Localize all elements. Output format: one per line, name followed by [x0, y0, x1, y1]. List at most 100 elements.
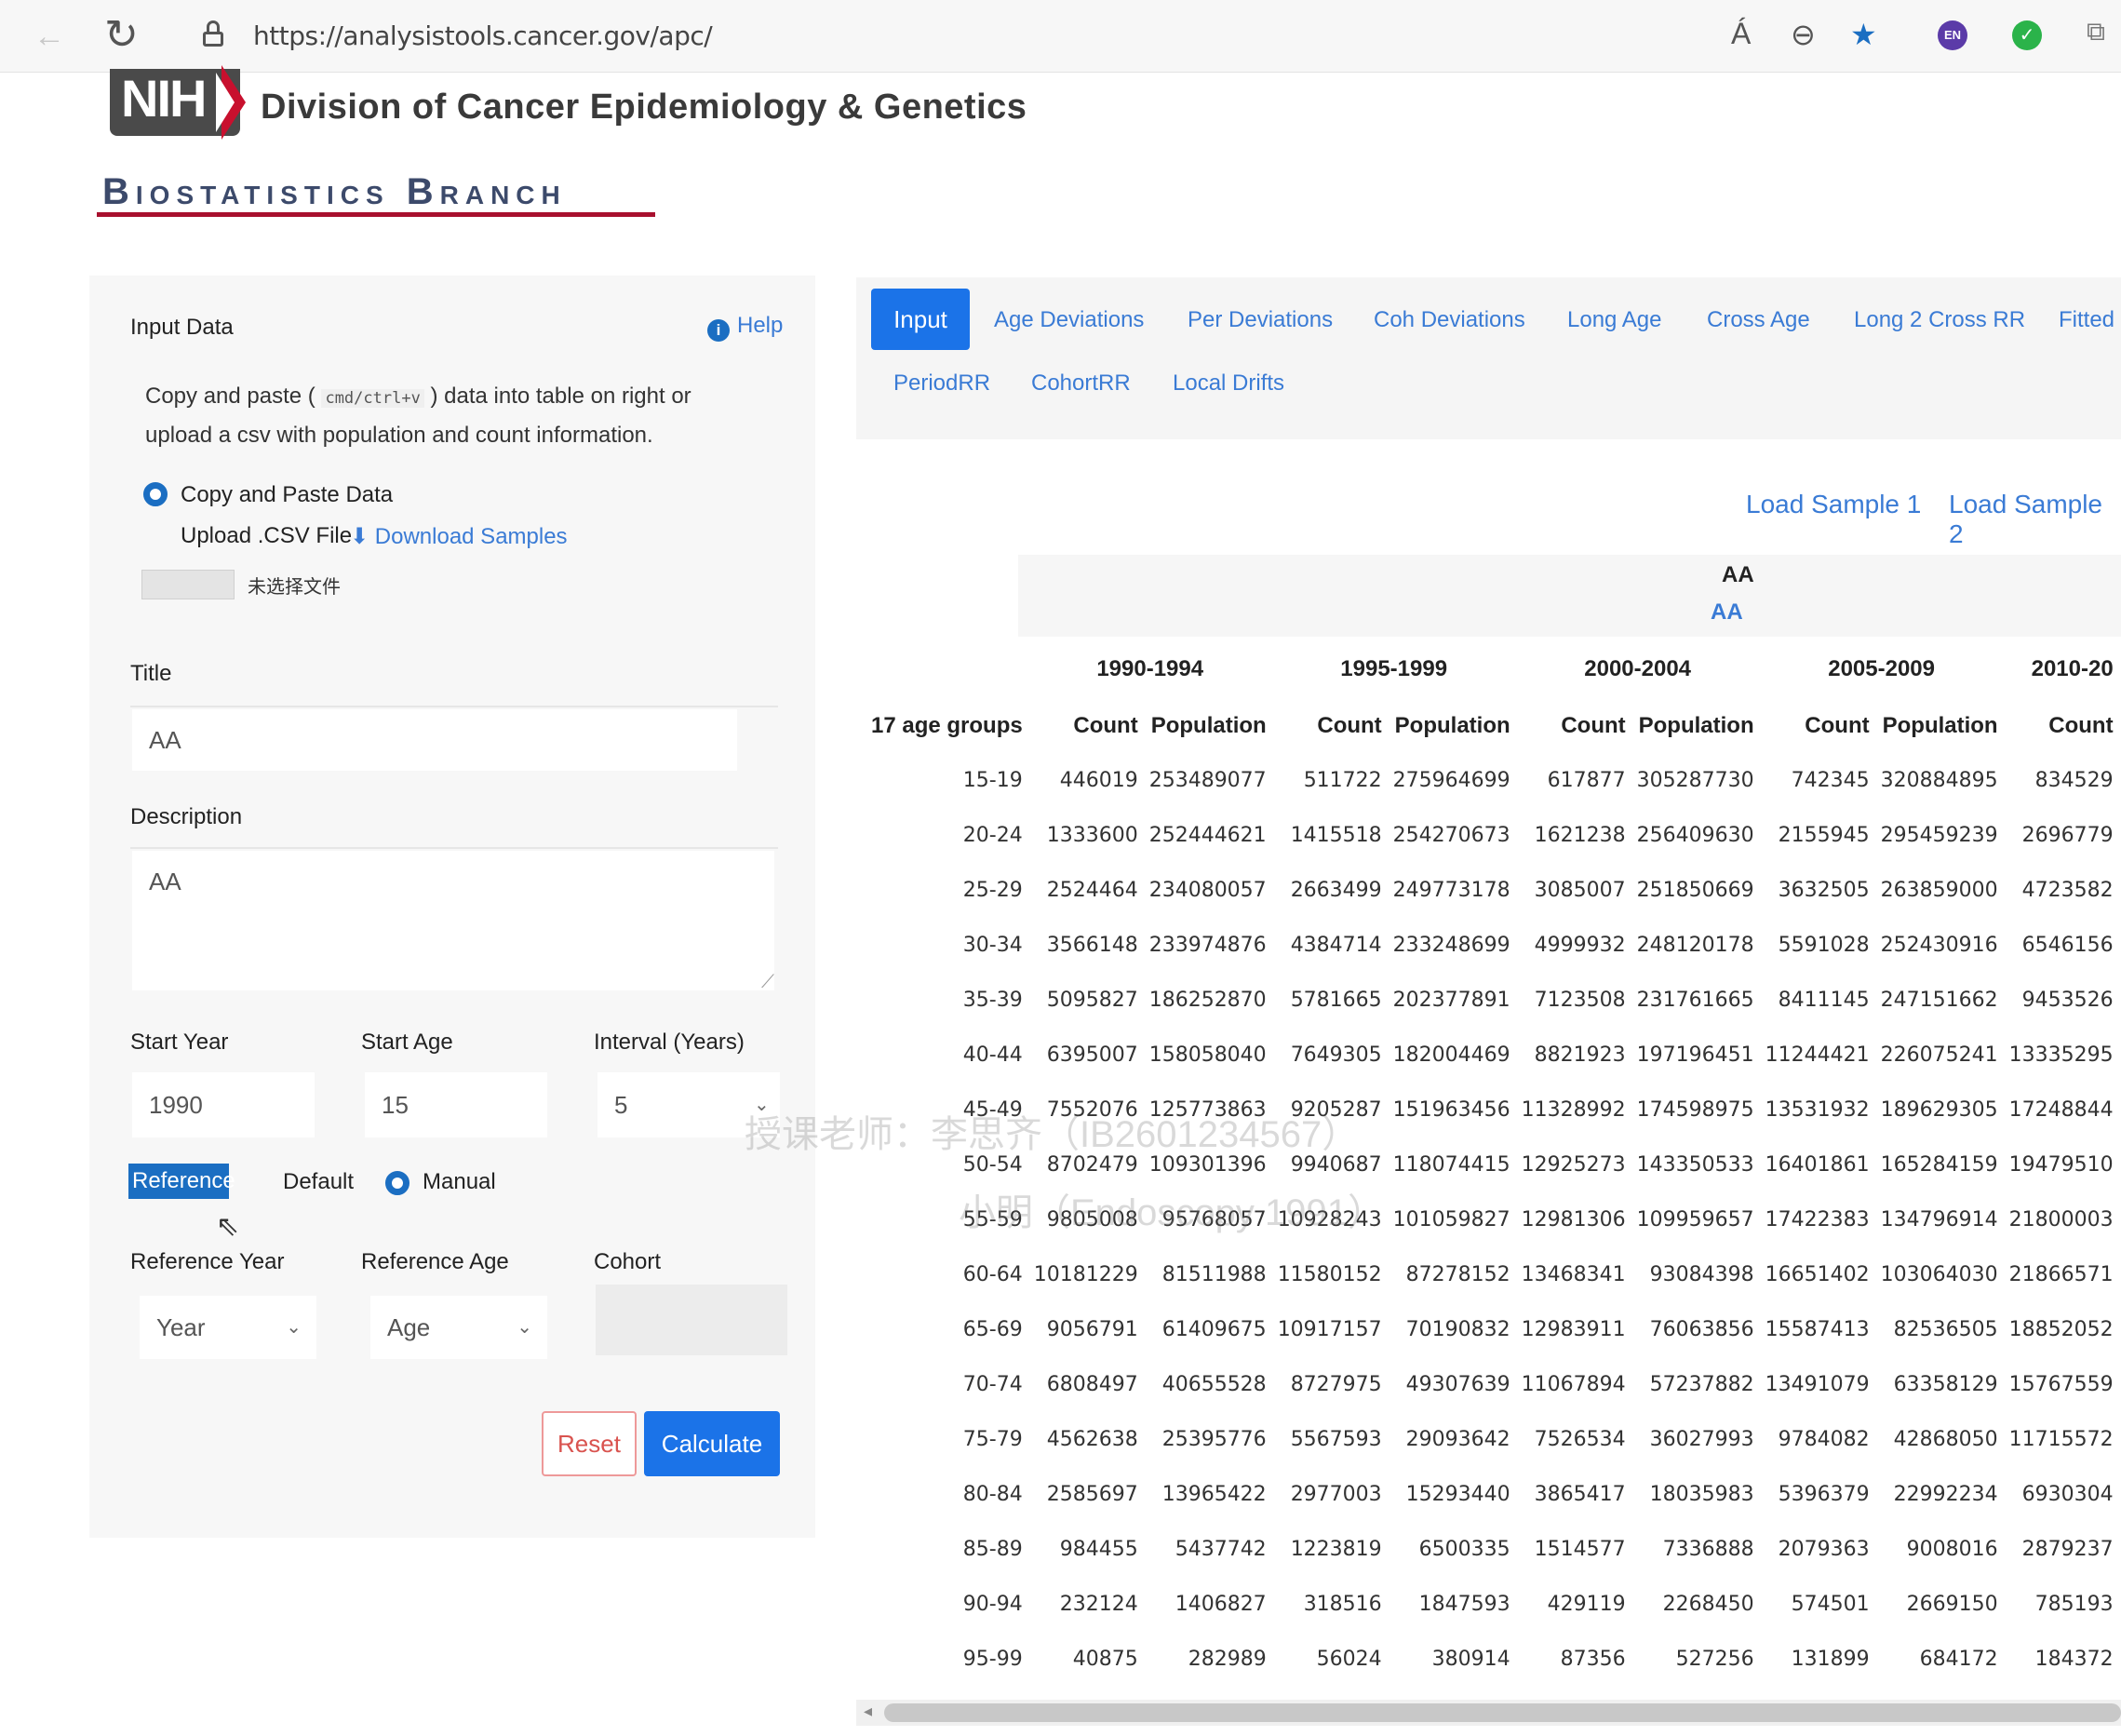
- population-cell[interactable]: 174598975: [1631, 1083, 1760, 1137]
- population-cell[interactable]: 158058040: [1144, 1028, 1272, 1083]
- count-cell[interactable]: 5567593: [1272, 1412, 1388, 1467]
- start-year-input[interactable]: [132, 1072, 315, 1137]
- count-cell[interactable]: 12925273: [1516, 1137, 1631, 1192]
- count-cell[interactable]: 11580152: [1272, 1247, 1388, 1302]
- extension-check-icon[interactable]: ✓: [2012, 20, 2042, 50]
- population-cell[interactable]: 70190832: [1388, 1302, 1516, 1357]
- population-cell[interactable]: 143350533: [1631, 1137, 1760, 1192]
- count-cell[interactable]: 10917157: [1272, 1302, 1388, 1357]
- count-cell[interactable]: 6395007: [1028, 1028, 1144, 1083]
- count-cell[interactable]: 2977003: [1272, 1467, 1388, 1522]
- count-cell[interactable]: 17422383: [1760, 1192, 1875, 1247]
- tab-per-deviations[interactable]: Per Deviations: [1188, 307, 1333, 333]
- count-cell[interactable]: 87356: [1516, 1632, 1631, 1687]
- population-cell[interactable]: 61409675: [1144, 1302, 1272, 1357]
- reset-button[interactable]: Reset: [542, 1411, 637, 1476]
- population-cell[interactable]: 197196451: [1631, 1028, 1760, 1083]
- count-cell[interactable]: 984455: [1028, 1522, 1144, 1577]
- reload-icon[interactable]: ↻: [104, 11, 139, 59]
- count-cell[interactable]: 56024: [1272, 1632, 1388, 1687]
- population-cell[interactable]: 380914: [1388, 1632, 1516, 1687]
- population-cell[interactable]: 63358129: [1875, 1357, 2004, 1412]
- population-cell[interactable]: 25395776: [1144, 1412, 1272, 1467]
- age-group-cell[interactable]: 90-94: [866, 1577, 1028, 1632]
- start-age-input[interactable]: [365, 1072, 547, 1137]
- table-row[interactable]: 80-84 2585697 13965422 2977003 15293440 38654…: [866, 1467, 2121, 1522]
- load-sample-2-link[interactable]: Load Sample 2: [1949, 490, 2121, 549]
- resize-grip-icon[interactable]: ⟋: [761, 972, 774, 993]
- lock-icon[interactable]: [203, 20, 223, 47]
- count-cell[interactable]: 15767559: [2004, 1357, 2119, 1412]
- population-cell[interactable]: 254270673: [1388, 808, 1516, 863]
- count-cell[interactable]: 5095827: [1028, 973, 1144, 1028]
- tab-long-2-cross-rr[interactable]: Long 2 Cross RR: [1854, 307, 2025, 333]
- radio-manual[interactable]: [385, 1171, 409, 1195]
- tab-cross-age[interactable]: Cross Age: [1707, 307, 1810, 333]
- calculate-button[interactable]: Calculate: [644, 1411, 780, 1476]
- title-input[interactable]: [132, 709, 737, 771]
- population-cell[interactable]: 252444621: [1144, 808, 1272, 863]
- count-cell[interactable]: 2155945: [1760, 808, 1875, 863]
- population-cell[interactable]: 15293440: [1388, 1467, 1516, 1522]
- population-cell[interactable]: 226075241: [1875, 1028, 2004, 1083]
- count-cell[interactable]: 19479510: [2004, 1137, 2119, 1192]
- tab-period-rr[interactable]: PeriodRR: [893, 370, 990, 397]
- population-cell[interactable]: 202377891: [1388, 973, 1516, 1028]
- read-aloud-icon[interactable]: Á: [1731, 17, 1751, 51]
- count-cell[interactable]: 617877: [1516, 753, 1631, 808]
- extension-en-icon[interactable]: EN: [1938, 20, 1967, 50]
- tab-long-age[interactable]: Long Age: [1567, 307, 1661, 333]
- count-cell[interactable]: 16651402: [1760, 1247, 1875, 1302]
- count-cell[interactable]: 9784082: [1760, 1412, 1875, 1467]
- count-cell[interactable]: 4562638: [1028, 1412, 1144, 1467]
- count-cell[interactable]: 13468341: [1516, 1247, 1631, 1302]
- population-cell[interactable]: 76063856: [1631, 1302, 1760, 1357]
- reference-default-label[interactable]: Default: [283, 1169, 354, 1195]
- population-cell[interactable]: 231761665: [1631, 973, 1760, 1028]
- population-cell[interactable]: 233248699: [1388, 918, 1516, 973]
- population-cell[interactable]: 275964699: [1388, 753, 1516, 808]
- population-cell[interactable]: 233974876: [1144, 918, 1272, 973]
- population-cell[interactable]: 6500335: [1388, 1522, 1516, 1577]
- population-cell[interactable]: 36027993: [1631, 1412, 1760, 1467]
- count-cell[interactable]: 7649305: [1272, 1028, 1388, 1083]
- table-row[interactable]: 70-74 6808497 40655528 8727975 49307639 11067…: [866, 1357, 2121, 1412]
- population-cell[interactable]: 186252870: [1144, 973, 1272, 1028]
- count-cell[interactable]: 2879237: [2004, 1522, 2119, 1577]
- age-group-cell[interactable]: 70-74: [866, 1357, 1028, 1412]
- population-cell[interactable]: 248120178: [1631, 918, 1760, 973]
- count-cell[interactable]: 12981306: [1516, 1192, 1631, 1247]
- count-cell[interactable]: 21866571: [2004, 1247, 2119, 1302]
- population-cell[interactable]: 527256: [1631, 1632, 1760, 1687]
- count-cell[interactable]: 1333600: [1028, 808, 1144, 863]
- age-group-cell[interactable]: 40-44: [866, 1028, 1028, 1083]
- tab-local-drifts[interactable]: Local Drifts: [1173, 370, 1284, 397]
- count-cell[interactable]: 4384714: [1272, 918, 1388, 973]
- table-row[interactable]: 75-79 4562638 25395776 5567593 29093642 75265…: [866, 1412, 2121, 1467]
- population-cell[interactable]: 252430916: [1875, 918, 2004, 973]
- address-bar[interactable]: https://analysistools.cancer.gov/apc/: [253, 20, 713, 51]
- count-cell[interactable]: 3632505: [1760, 863, 1875, 918]
- count-cell[interactable]: 8821923: [1516, 1028, 1631, 1083]
- tab-coh-deviations[interactable]: Coh Deviations: [1374, 307, 1525, 333]
- scroll-left-icon[interactable]: ◂: [864, 1702, 872, 1721]
- count-cell[interactable]: 7526534: [1516, 1412, 1631, 1467]
- table-row[interactable]: 60-64 10181229 81511988 11580152 87278152 134…: [866, 1247, 2121, 1302]
- population-cell[interactable]: 9008016: [1875, 1522, 2004, 1577]
- download-samples-link[interactable]: ⬇ Download Samples: [350, 523, 568, 550]
- tab-fitted[interactable]: Fitted: [2059, 307, 2114, 333]
- age-group-cell[interactable]: 20-24: [866, 808, 1028, 863]
- description-input[interactable]: [132, 851, 774, 990]
- cohort-input[interactable]: [596, 1285, 787, 1355]
- population-cell[interactable]: 247151662: [1875, 973, 2004, 1028]
- population-cell[interactable]: 182004469: [1388, 1028, 1516, 1083]
- count-cell[interactable]: 11067894: [1516, 1357, 1631, 1412]
- population-cell[interactable]: 101059827: [1388, 1192, 1516, 1247]
- population-cell[interactable]: 93084398: [1631, 1247, 1760, 1302]
- table-row[interactable]: 95-99 40875 282989 56024 380914 87356 527256 13…: [866, 1632, 2121, 1687]
- count-cell[interactable]: 11328992: [1516, 1083, 1631, 1137]
- population-cell[interactable]: 256409630: [1631, 808, 1760, 863]
- population-cell[interactable]: 295459239: [1875, 808, 2004, 863]
- tab-age-deviations[interactable]: Age Deviations: [994, 307, 1144, 333]
- count-cell[interactable]: 785193: [2004, 1577, 2119, 1632]
